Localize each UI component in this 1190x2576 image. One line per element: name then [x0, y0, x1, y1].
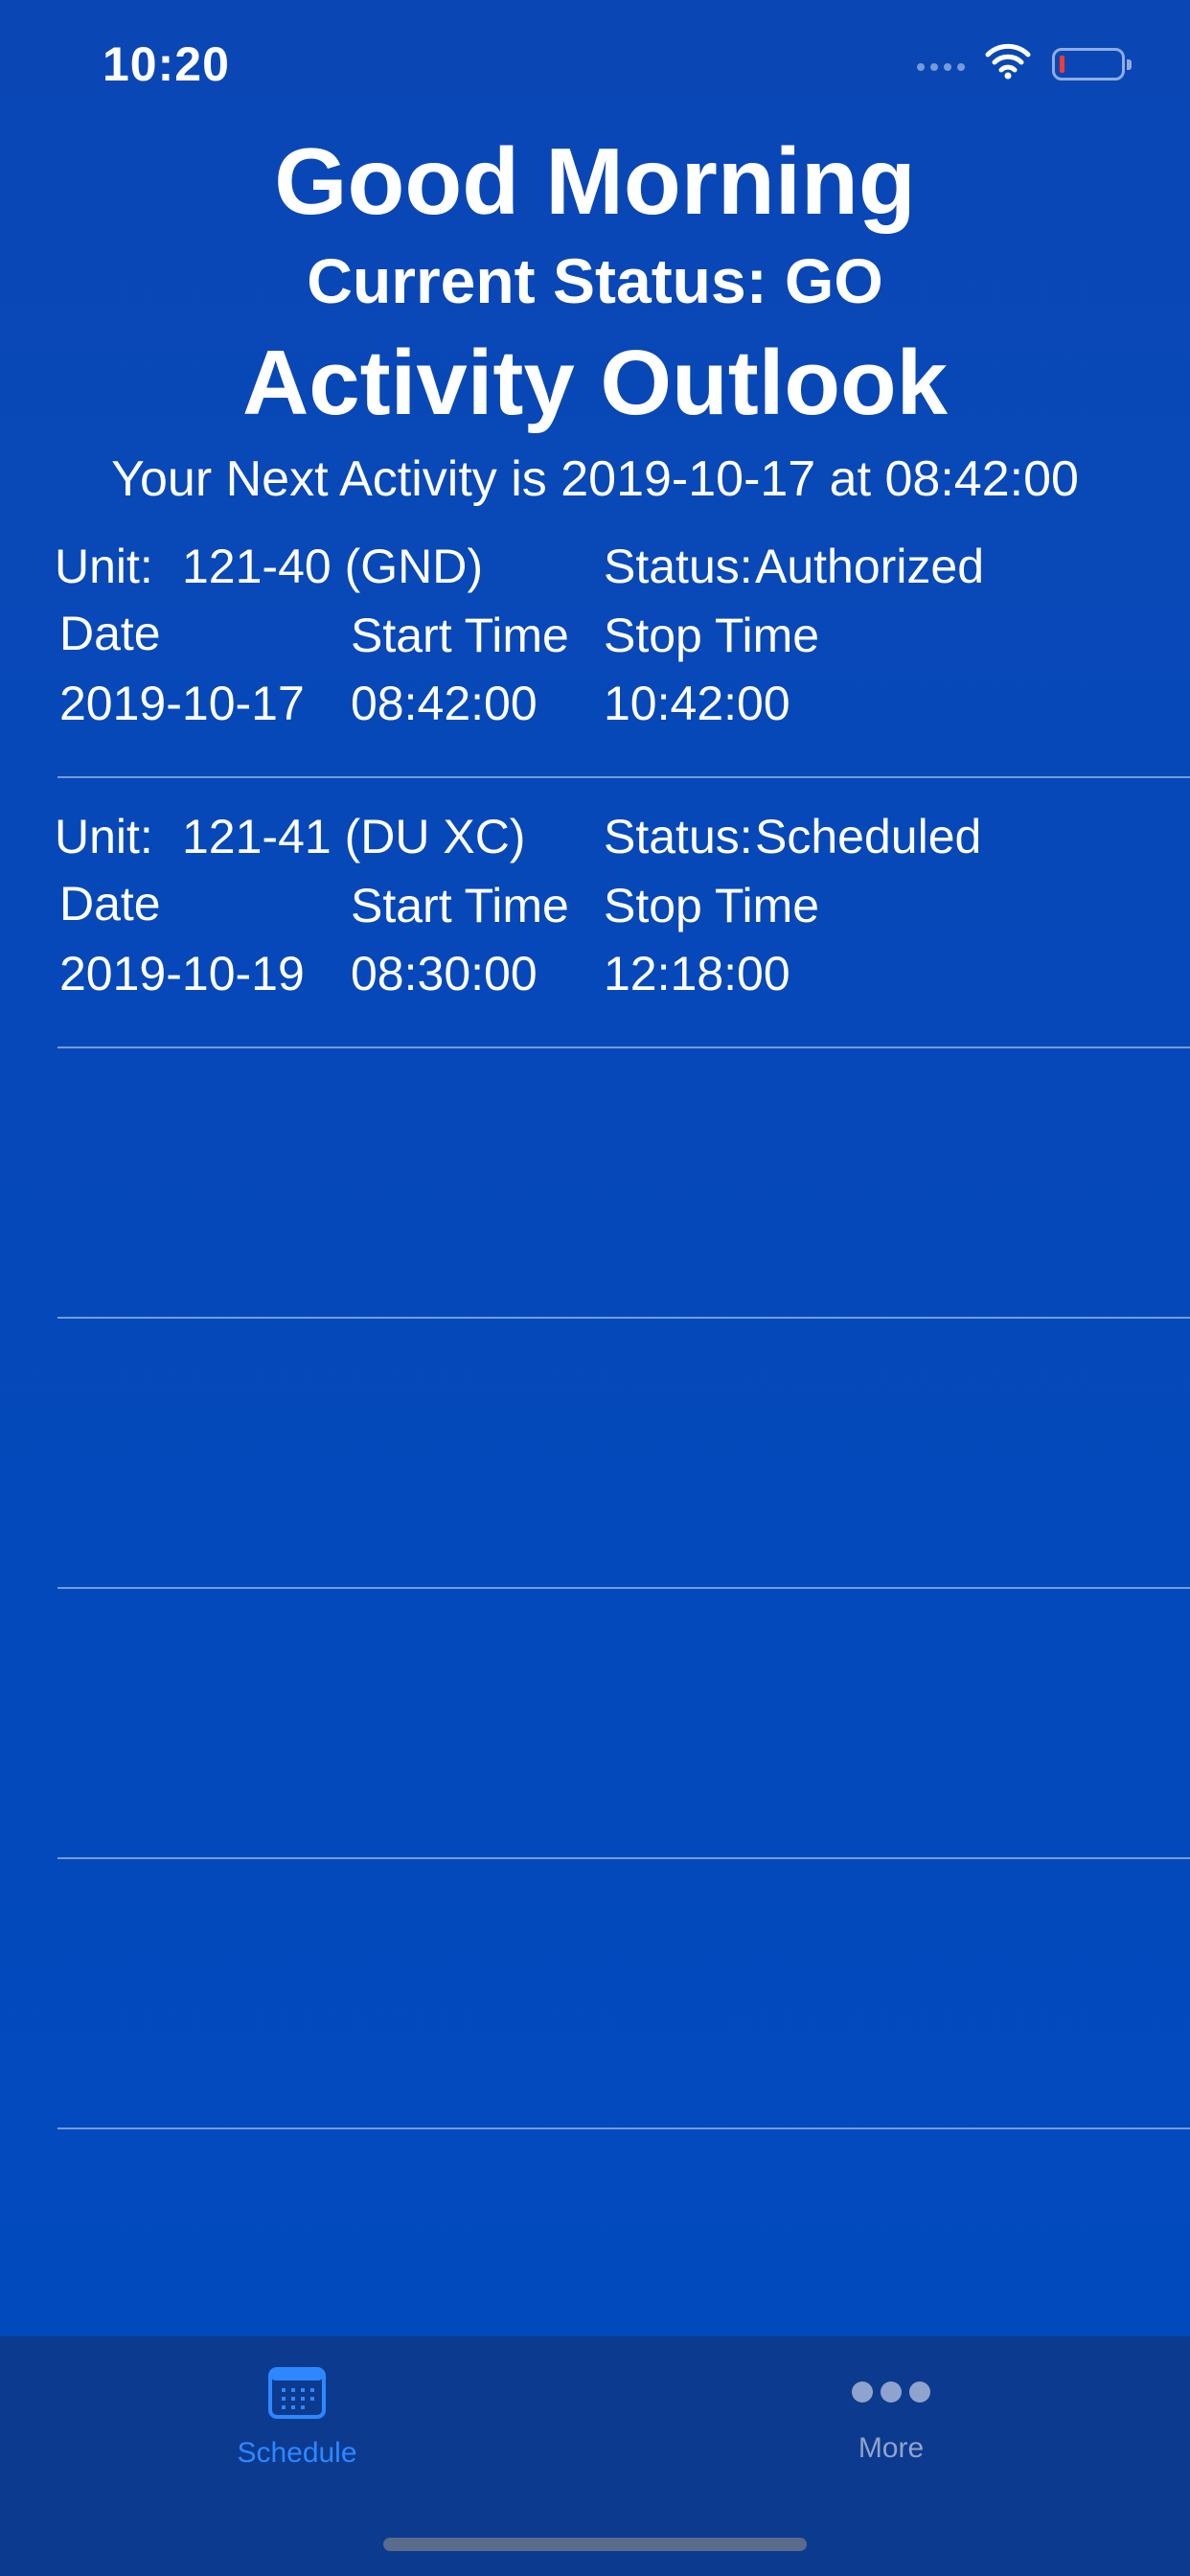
- date-header: Date: [59, 877, 161, 931]
- status-value: Authorized: [755, 540, 985, 593]
- next-activity-text: Your Next Activity is 2019-10-17 at 08:4…: [111, 451, 1079, 507]
- unit-label: Unit:: [55, 540, 153, 593]
- stop-time-value: 10:42:00: [604, 677, 790, 730]
- activity-list: Unit: 121-40 (GND) Status: Authorized Da…: [0, 508, 1190, 2129]
- unit-value: 121-41 (DU XC): [182, 810, 526, 863]
- activity-row[interactable]: Unit: 121-40 (GND) Status: Authorized Da…: [55, 508, 1190, 778]
- empty-row: [57, 1319, 1190, 1589]
- stop-time-header: Stop Time: [604, 879, 820, 932]
- home-indicator[interactable]: [383, 2538, 807, 2551]
- tab-more-label: More: [858, 2432, 925, 2464]
- wifi-icon: [985, 43, 1031, 80]
- status-label: Status:: [604, 540, 753, 593]
- empty-row: [57, 1859, 1190, 2129]
- unit-value: 121-40 (GND): [182, 540, 483, 593]
- start-time-value: 08:42:00: [351, 677, 538, 730]
- start-time-header: Start Time: [351, 609, 569, 662]
- status-value: Scheduled: [755, 810, 982, 863]
- activity-row[interactable]: Unit: 121-41 (DU XC) Status: Scheduled D…: [55, 778, 1190, 1048]
- status-bar: 10:20: [0, 0, 1190, 129]
- tab-more[interactable]: More: [747, 2365, 1035, 2465]
- start-time-value: 08:30:00: [351, 947, 538, 1000]
- calendar-icon: [268, 2367, 326, 2419]
- tab-schedule-label: Schedule: [237, 2437, 357, 2469]
- current-status: Current Status: GO: [307, 245, 883, 316]
- date-header: Date: [59, 607, 161, 660]
- battery-icon: [1052, 48, 1132, 80]
- status-time: 10:20: [103, 37, 230, 91]
- date-value: 2019-10-17: [59, 677, 305, 730]
- unit-label: Unit:: [55, 810, 153, 863]
- empty-row: [57, 1589, 1190, 1859]
- empty-row: [57, 1048, 1190, 1319]
- more-icon: [747, 2365, 1035, 2419]
- greeting-title: Good Morning: [274, 128, 916, 234]
- start-time-header: Start Time: [351, 879, 569, 932]
- cellular-signal-icon: [917, 63, 965, 71]
- tab-schedule[interactable]: Schedule: [153, 2365, 441, 2470]
- date-value: 2019-10-19: [59, 947, 305, 1000]
- stop-time-header: Stop Time: [604, 609, 820, 662]
- page-title: Activity Outlook: [241, 332, 949, 434]
- header: Good Morning Current Status: GO Activity…: [0, 134, 1190, 504]
- stop-time-value: 12:18:00: [604, 947, 790, 1000]
- status-label: Status:: [604, 810, 753, 863]
